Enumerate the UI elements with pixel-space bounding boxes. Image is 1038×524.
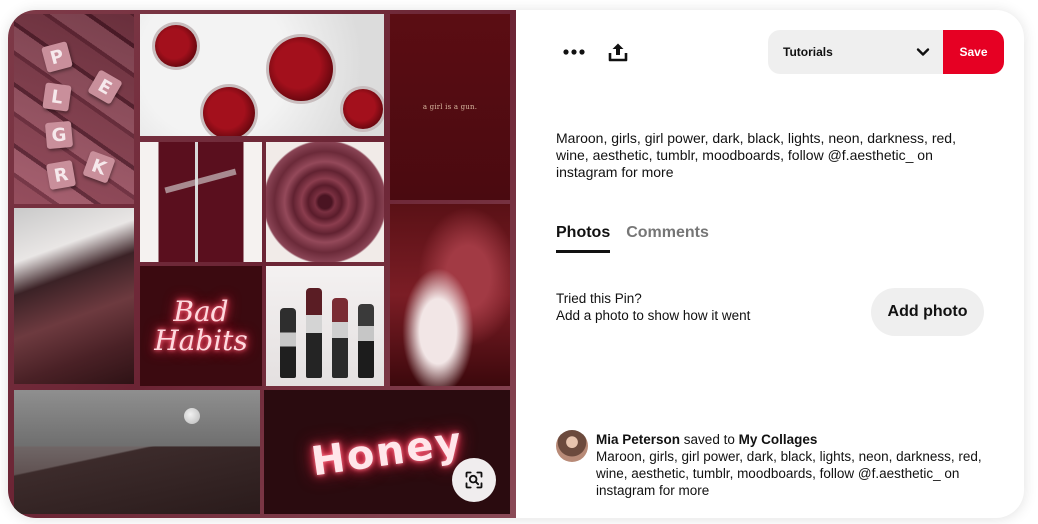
save-button[interactable]: Save: [943, 30, 1004, 74]
visual-search-button[interactable]: [452, 458, 496, 502]
tab-photos[interactable]: Photos: [556, 224, 611, 253]
quote-text: a girl is a gun.: [422, 103, 478, 111]
ellipsis-icon: [563, 49, 585, 55]
wine-glass: [266, 34, 336, 104]
visual-search-icon: [465, 471, 483, 489]
tried-pin-prompt: Tried this Pin? Add a photo to show how …: [556, 290, 750, 324]
saved-to-text: saved to: [683, 432, 735, 447]
scrabble-tile: L: [42, 82, 72, 112]
wine-glass: [340, 86, 384, 132]
collage-tile-leather-boots: [14, 208, 134, 384]
neon-habits-text: Habits: [154, 324, 248, 357]
saved-pin-description: Maroon, girls, girl power, dark, black, …: [596, 449, 982, 498]
pin-closeup-card: P L G K R E a girl is a gun. Bad Habits: [8, 10, 1024, 518]
pin-details-panel: Tutorials Save Maroon, girls, girl power…: [516, 10, 1024, 518]
lipstick: [332, 298, 348, 378]
tried-pin-question: Tried this Pin?: [556, 291, 642, 306]
saved-by-user-link[interactable]: Mia Peterson: [596, 432, 680, 447]
lipstick: [306, 288, 322, 378]
saved-board-link[interactable]: My Collages: [739, 432, 818, 447]
collage-tile-bad-habits-neon: Bad Habits: [140, 266, 262, 386]
neon-honey-text: Honey: [308, 418, 466, 486]
pin-image[interactable]: P L G K R E a girl is a gun. Bad Habits: [8, 10, 516, 518]
share-upload-icon: [608, 43, 628, 62]
pin-description: Maroon, girls, girl power, dark, black, …: [556, 130, 956, 180]
tabs-bar: Photos Comments: [556, 224, 709, 253]
moon: [184, 408, 200, 424]
wine-glass: [152, 22, 200, 70]
scrabble-tile: G: [44, 120, 74, 150]
board-select-value: Tutorials: [783, 45, 833, 59]
collage-tile-lipsticks: [266, 266, 384, 386]
collage-tile-leather-jacket: [140, 142, 262, 262]
lipstick: [358, 304, 374, 378]
lipstick: [280, 308, 296, 378]
chevron-down-icon: [916, 48, 930, 56]
saved-by-line: Mia Peterson saved to My Collages: [596, 431, 817, 448]
collage-tile-scrabble: P L G K R E: [14, 14, 134, 204]
wine-glass: [200, 84, 258, 136]
add-photo-button[interactable]: Add photo: [871, 288, 984, 336]
tried-pin-hint: Add a photo to show how it went: [556, 308, 751, 323]
avatar[interactable]: [556, 430, 588, 462]
tab-comments[interactable]: Comments: [626, 224, 709, 253]
board-select-dropdown[interactable]: Tutorials: [768, 30, 944, 74]
scrabble-tile: P: [41, 41, 73, 73]
scrabble-tile: K: [82, 150, 116, 184]
collage-tile-red-smoke: [390, 204, 510, 386]
collage-tile-moon-landscape: [14, 390, 260, 514]
neon-bad-text: Bad: [173, 294, 229, 328]
scrabble-tile: R: [45, 159, 77, 191]
collage-tile-wine-glasses: [140, 14, 384, 136]
scrabble-tile: E: [87, 69, 123, 105]
collage-tile-quote: a girl is a gun.: [390, 14, 510, 200]
more-options-button[interactable]: [556, 34, 592, 70]
share-button[interactable]: [600, 34, 636, 70]
collage-tile-rose: [266, 142, 384, 262]
